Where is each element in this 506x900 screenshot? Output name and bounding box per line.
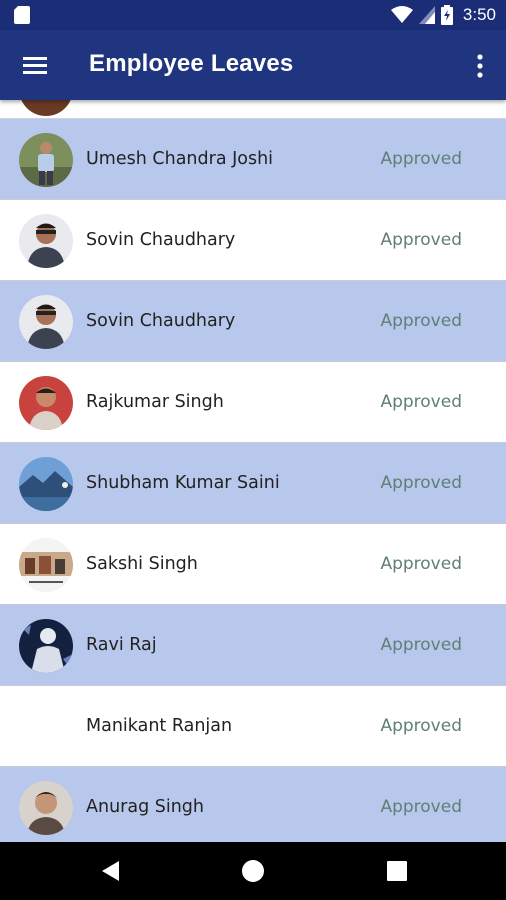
avatar bbox=[19, 781, 73, 835]
list-item[interactable]: Umesh Chandra Joshi Approved bbox=[0, 119, 506, 200]
list-item[interactable]: Manikant Ranjan Approved bbox=[0, 686, 506, 767]
list-item-partial bbox=[0, 100, 506, 119]
employee-name: Sakshi Singh bbox=[86, 554, 198, 574]
avatar bbox=[19, 538, 73, 592]
clock: 3:50 bbox=[462, 5, 496, 24]
leave-status: Approved bbox=[380, 149, 462, 169]
employee-name: Umesh Chandra Joshi bbox=[86, 149, 274, 169]
avatar bbox=[19, 133, 73, 187]
list-item[interactable]: Sakshi Singh Approved bbox=[0, 524, 506, 605]
employee-name: Anurag Singh bbox=[86, 797, 205, 817]
avatar bbox=[19, 214, 73, 268]
leave-status: Approved bbox=[380, 554, 462, 574]
employee-name: Manikant Ranjan bbox=[86, 716, 233, 736]
wifi-icon bbox=[390, 6, 413, 23]
back-icon[interactable] bbox=[99, 859, 123, 883]
leave-status: Approved bbox=[380, 392, 462, 412]
employee-name: Shubham Kumar Saini bbox=[86, 473, 280, 493]
recents-icon[interactable] bbox=[385, 859, 409, 883]
employee-name: Sovin Chaudhary bbox=[86, 230, 236, 250]
avatar bbox=[19, 619, 73, 673]
battery-icon bbox=[440, 5, 453, 25]
leave-list[interactable]: Umesh Chandra Joshi Approved Sovin Chaud… bbox=[0, 100, 506, 842]
employee-name: Ravi Raj bbox=[86, 635, 157, 655]
list-item[interactable]: Rajkumar Singh Approved bbox=[0, 362, 506, 443]
leave-status: Approved bbox=[380, 230, 462, 250]
overflow-menu-icon[interactable] bbox=[472, 52, 488, 80]
list-item[interactable]: Ravi Raj Approved bbox=[0, 605, 506, 686]
avatar bbox=[19, 295, 73, 349]
status-bar: 3:50 bbox=[0, 0, 506, 30]
list-item[interactable]: Anurag Singh Approved bbox=[0, 767, 506, 842]
leave-status: Approved bbox=[380, 716, 462, 736]
employee-name: Rajkumar Singh bbox=[86, 392, 224, 412]
employee-name: Sovin Chaudhary bbox=[86, 311, 236, 331]
page-title: Employee Leaves bbox=[89, 50, 294, 77]
avatar bbox=[19, 376, 73, 430]
avatar bbox=[19, 457, 73, 511]
status-icons: 3:50 bbox=[390, 4, 496, 26]
leave-status: Approved bbox=[380, 311, 462, 331]
leave-status: Approved bbox=[380, 797, 462, 817]
sd-card-icon bbox=[14, 6, 30, 24]
leave-status: Approved bbox=[380, 635, 462, 655]
navigation-bar bbox=[0, 842, 506, 900]
list-item[interactable]: Shubham Kumar Saini Approved bbox=[0, 443, 506, 524]
home-icon[interactable] bbox=[241, 859, 265, 883]
app-bar: Employee Leaves bbox=[0, 30, 506, 100]
list-item[interactable]: Sovin Chaudhary Approved bbox=[0, 281, 506, 362]
leave-status: Approved bbox=[380, 473, 462, 493]
list-item[interactable]: Sovin Chaudhary Approved bbox=[0, 200, 506, 281]
menu-icon[interactable] bbox=[22, 53, 48, 77]
avatar bbox=[19, 100, 73, 116]
signal-icon bbox=[418, 6, 435, 24]
